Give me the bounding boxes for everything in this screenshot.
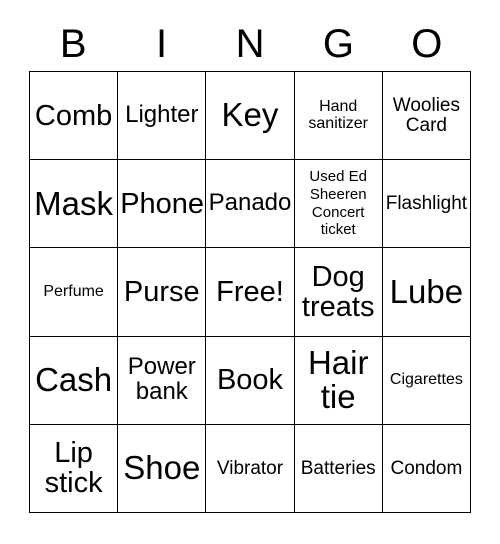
bingo-cell-n2[interactable]: Panado bbox=[206, 160, 295, 249]
bingo-grid: Comb Lighter Key Hand sanitizer Woolies … bbox=[29, 71, 471, 513]
bingo-cell-n5[interactable]: Vibrator bbox=[206, 424, 295, 513]
bingo-cell-b5[interactable]: Lip stick bbox=[30, 424, 119, 513]
bingo-cell-o5[interactable]: Condom bbox=[382, 424, 471, 513]
bingo-cell-b3[interactable]: Perfume bbox=[30, 248, 119, 337]
bingo-cell-g3[interactable]: Dog treats bbox=[294, 248, 383, 337]
bingo-cell-i2[interactable]: Phone bbox=[118, 160, 207, 249]
bingo-header: B I N G O bbox=[29, 18, 471, 70]
bingo-cell-label: Hair tie bbox=[307, 343, 369, 416]
bingo-cell-o2[interactable]: Flashlight bbox=[382, 160, 471, 249]
bingo-cell-label: Batteries bbox=[300, 457, 376, 479]
bingo-cell-label: Dog treats bbox=[301, 260, 375, 323]
bingo-cell-i4[interactable]: Power bank bbox=[118, 336, 207, 425]
bingo-cell-label: Cash bbox=[35, 361, 113, 399]
bingo-cell-label: Condom bbox=[390, 457, 463, 479]
bingo-cell-label: Purse bbox=[123, 275, 200, 308]
bingo-cell-b2[interactable]: Mask bbox=[30, 160, 119, 249]
bingo-cell-o1[interactable]: Woolies Card bbox=[382, 72, 471, 161]
bingo-cell-free-space[interactable]: Free! bbox=[206, 248, 295, 337]
header-letter-i: I bbox=[156, 22, 168, 66]
bingo-cell-label: Power bank bbox=[127, 353, 196, 406]
bingo-cell-label: Perfume bbox=[43, 282, 104, 300]
bingo-cell-i5[interactable]: Shoe bbox=[118, 424, 207, 513]
bingo-cell-b1[interactable]: Comb bbox=[30, 72, 119, 161]
bingo-cell-label: Mask bbox=[34, 184, 114, 222]
header-letter-o: O bbox=[411, 22, 443, 66]
header-letter-b: B bbox=[59, 22, 87, 66]
bingo-cell-label: Panado bbox=[208, 189, 292, 217]
bingo-cell-label: Free! bbox=[216, 275, 284, 308]
bingo-cell-label: Lube bbox=[389, 272, 464, 310]
bingo-cell-n1[interactable]: Key bbox=[206, 72, 295, 161]
bingo-cell-g5[interactable]: Batteries bbox=[294, 424, 383, 513]
bingo-cell-o3[interactable]: Lube bbox=[382, 248, 471, 337]
bingo-cell-label: Lip stick bbox=[44, 437, 103, 500]
bingo-cell-label: Lighter bbox=[125, 101, 199, 129]
bingo-cell-label: Key bbox=[221, 96, 279, 134]
bingo-cell-label: Phone bbox=[120, 187, 205, 220]
bingo-cell-label: Shoe bbox=[123, 449, 201, 487]
bingo-cell-label: Cigarettes bbox=[389, 370, 463, 388]
bingo-card: B I N G O Comb Lighter Key Hand sanitize… bbox=[0, 0, 500, 544]
header-letter-g: G bbox=[322, 22, 354, 66]
bingo-cell-g2[interactable]: Used Ed Sheeren Concert ticket bbox=[294, 160, 383, 249]
bingo-cell-label: Vibrator bbox=[216, 457, 284, 479]
bingo-cell-label: Used Ed Sheeren Concert ticket bbox=[309, 168, 367, 239]
bingo-cell-label: Hand sanitizer bbox=[308, 97, 368, 132]
bingo-cell-n4[interactable]: Book bbox=[206, 336, 295, 425]
bingo-cell-o4[interactable]: Cigarettes bbox=[382, 336, 471, 425]
bingo-cell-label: Comb bbox=[34, 99, 113, 132]
bingo-cell-i3[interactable]: Purse bbox=[118, 248, 207, 337]
bingo-cell-g1[interactable]: Hand sanitizer bbox=[294, 72, 383, 161]
header-letter-n: N bbox=[235, 22, 265, 66]
bingo-cell-b4[interactable]: Cash bbox=[30, 336, 119, 425]
bingo-cell-g4[interactable]: Hair tie bbox=[294, 336, 383, 425]
bingo-cell-label: Flashlight bbox=[385, 192, 468, 214]
bingo-cell-i1[interactable]: Lighter bbox=[118, 72, 207, 161]
bingo-cell-label: Book bbox=[216, 364, 284, 397]
bingo-cell-label: Woolies Card bbox=[392, 94, 460, 136]
